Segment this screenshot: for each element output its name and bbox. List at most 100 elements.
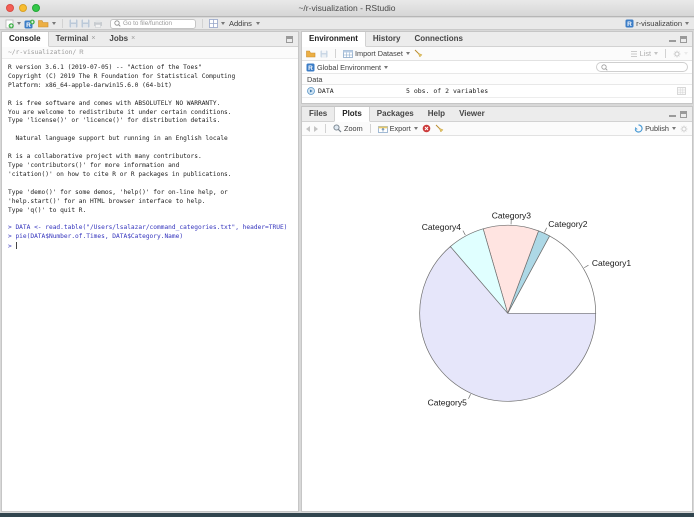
plots-tabbar: Files Plots Packages Help Viewer xyxy=(302,107,692,122)
list-label: List xyxy=(639,49,651,58)
addins-label: Addins xyxy=(229,19,252,28)
plot-area[interactable]: Category1 Category2 Category3 Category4 Cate… xyxy=(302,136,692,511)
env-refresh-menu-button[interactable] xyxy=(673,50,688,58)
tab-jobs[interactable]: Jobs × xyxy=(102,32,142,46)
broom-icon xyxy=(414,49,423,58)
console-line: Natural language support but running in … xyxy=(8,135,228,143)
pie-label: Category4 xyxy=(422,222,461,232)
environment-object-row[interactable]: DATA 5 obs. of 2 variables xyxy=(302,85,692,98)
publish-icon xyxy=(634,124,643,133)
print-button[interactable] xyxy=(93,19,103,28)
maximize-pane-icon[interactable] xyxy=(680,35,687,43)
publish-plot-button[interactable]: Publish xyxy=(634,124,676,133)
export-label: Export xyxy=(389,124,411,133)
tab-terminal[interactable]: Terminal × xyxy=(49,32,103,46)
tab-history[interactable]: History xyxy=(366,32,408,46)
close-tab-icon[interactable]: × xyxy=(131,32,135,46)
previous-plot-button[interactable] xyxy=(306,125,310,132)
open-folder-icon xyxy=(306,50,316,58)
publish-label: Publish xyxy=(645,124,669,133)
console-line: 'citation()' on how to cite R or R packa… xyxy=(8,170,232,178)
environment-search[interactable] xyxy=(596,62,688,72)
remove-plot-button[interactable] xyxy=(422,124,431,133)
close-tab-icon[interactable]: × xyxy=(91,32,95,46)
tab-plots[interactable]: Plots xyxy=(334,107,370,122)
tab-terminal-label: Terminal xyxy=(55,34,89,43)
tab-history-label: History xyxy=(372,34,401,43)
tab-connections[interactable]: Connections xyxy=(407,32,469,46)
tab-console[interactable]: Console xyxy=(2,32,49,47)
object-name: DATA xyxy=(318,87,334,95)
tab-viewer-label: Viewer xyxy=(459,109,485,118)
env-open-button[interactable] xyxy=(306,50,316,58)
save-button[interactable] xyxy=(69,19,78,28)
tab-jobs-label: Jobs xyxy=(109,34,129,43)
pie-label-tick xyxy=(583,264,589,269)
export-icon xyxy=(377,125,388,133)
broom-icon xyxy=(435,124,444,133)
maximize-pane-icon[interactable] xyxy=(286,35,293,43)
console-output[interactable]: R version 3.6.1 (2019-07-05) -- "Action … xyxy=(2,59,298,511)
new-file-button[interactable] xyxy=(5,19,21,29)
import-dataset-label: Import Dataset xyxy=(355,49,403,58)
toolbar-separator xyxy=(335,49,336,58)
environment-tabbar: Environment History Connections xyxy=(302,32,692,47)
minimize-pane-icon[interactable] xyxy=(669,111,676,118)
maximize-pane-icon[interactable] xyxy=(680,110,687,118)
working-dir-path: ~/r-visualization/ xyxy=(8,49,77,56)
tab-packages-label: Packages xyxy=(376,109,414,118)
clear-all-plots-button[interactable] xyxy=(435,124,444,133)
console-line: Type 'license()' or 'licence()' for dist… xyxy=(8,117,221,125)
addins-button[interactable]: Addins xyxy=(228,19,260,28)
console-line: 'help.start()' for an HTML browser inter… xyxy=(8,197,206,205)
tab-files-label: Files xyxy=(309,109,328,118)
tab-help[interactable]: Help xyxy=(421,107,452,121)
tab-files[interactable]: Files xyxy=(302,107,334,121)
save-all-icon xyxy=(81,19,90,28)
svg-text:R: R xyxy=(627,21,632,28)
tab-environment-label: Environment xyxy=(309,34,358,43)
workspace-panes-button[interactable] xyxy=(209,19,225,28)
open-folder-icon xyxy=(38,19,49,28)
goto-file-input[interactable] xyxy=(123,20,193,27)
tab-environment[interactable]: Environment xyxy=(302,32,366,47)
export-plot-button[interactable]: Export xyxy=(377,124,418,133)
expand-object-icon[interactable] xyxy=(307,87,315,95)
goto-file-search[interactable] xyxy=(110,18,196,29)
tab-viewer[interactable]: Viewer xyxy=(452,107,492,121)
open-file-button[interactable] xyxy=(38,19,56,28)
environment-scope-button[interactable]: R Global Environment xyxy=(306,63,389,72)
plots-toolbar: Zoom Export Publish xyxy=(302,122,692,136)
console-line: > pie(DATA$Number.of.Times, DATA$Categor… xyxy=(8,233,184,241)
clear-environment-button[interactable] xyxy=(414,49,423,58)
next-plot-button[interactable] xyxy=(314,125,318,132)
tab-packages[interactable]: Packages xyxy=(370,107,421,121)
tab-help-label: Help xyxy=(427,109,446,118)
zoom-label: Zoom xyxy=(344,124,363,133)
save-all-button[interactable] xyxy=(81,19,90,28)
environment-toolbar: Import Dataset List xyxy=(302,47,692,61)
new-project-button[interactable]: R xyxy=(24,19,35,29)
project-menu-button[interactable]: R r-visualization xyxy=(625,19,689,28)
console-line: R version 3.6.1 (2019-07-05) -- "Action … xyxy=(8,64,202,71)
environment-panel: Environment History Connections Import D… xyxy=(301,31,693,104)
console-cursor xyxy=(16,242,18,250)
console-line: Type 'demo()' for some demos, 'help()' f… xyxy=(8,188,228,196)
view-data-icon[interactable] xyxy=(677,87,686,95)
refresh-plot-button[interactable] xyxy=(680,125,688,133)
env-save-button[interactable] xyxy=(320,50,328,58)
gear-icon xyxy=(680,125,688,133)
import-dataset-button[interactable]: Import Dataset xyxy=(343,49,410,58)
minimize-pane-icon[interactable] xyxy=(669,36,676,43)
env-display-mode-button[interactable]: List xyxy=(630,49,658,58)
console-line: You are welcome to redistribute it under… xyxy=(8,108,232,116)
panes-icon xyxy=(209,19,218,28)
console-line: Copyright (C) 2019 The R Foundation for … xyxy=(8,72,236,80)
zoom-plot-button[interactable]: Zoom xyxy=(333,124,363,133)
toolbar-separator xyxy=(369,124,371,133)
pie-label: Category3 xyxy=(492,210,531,220)
